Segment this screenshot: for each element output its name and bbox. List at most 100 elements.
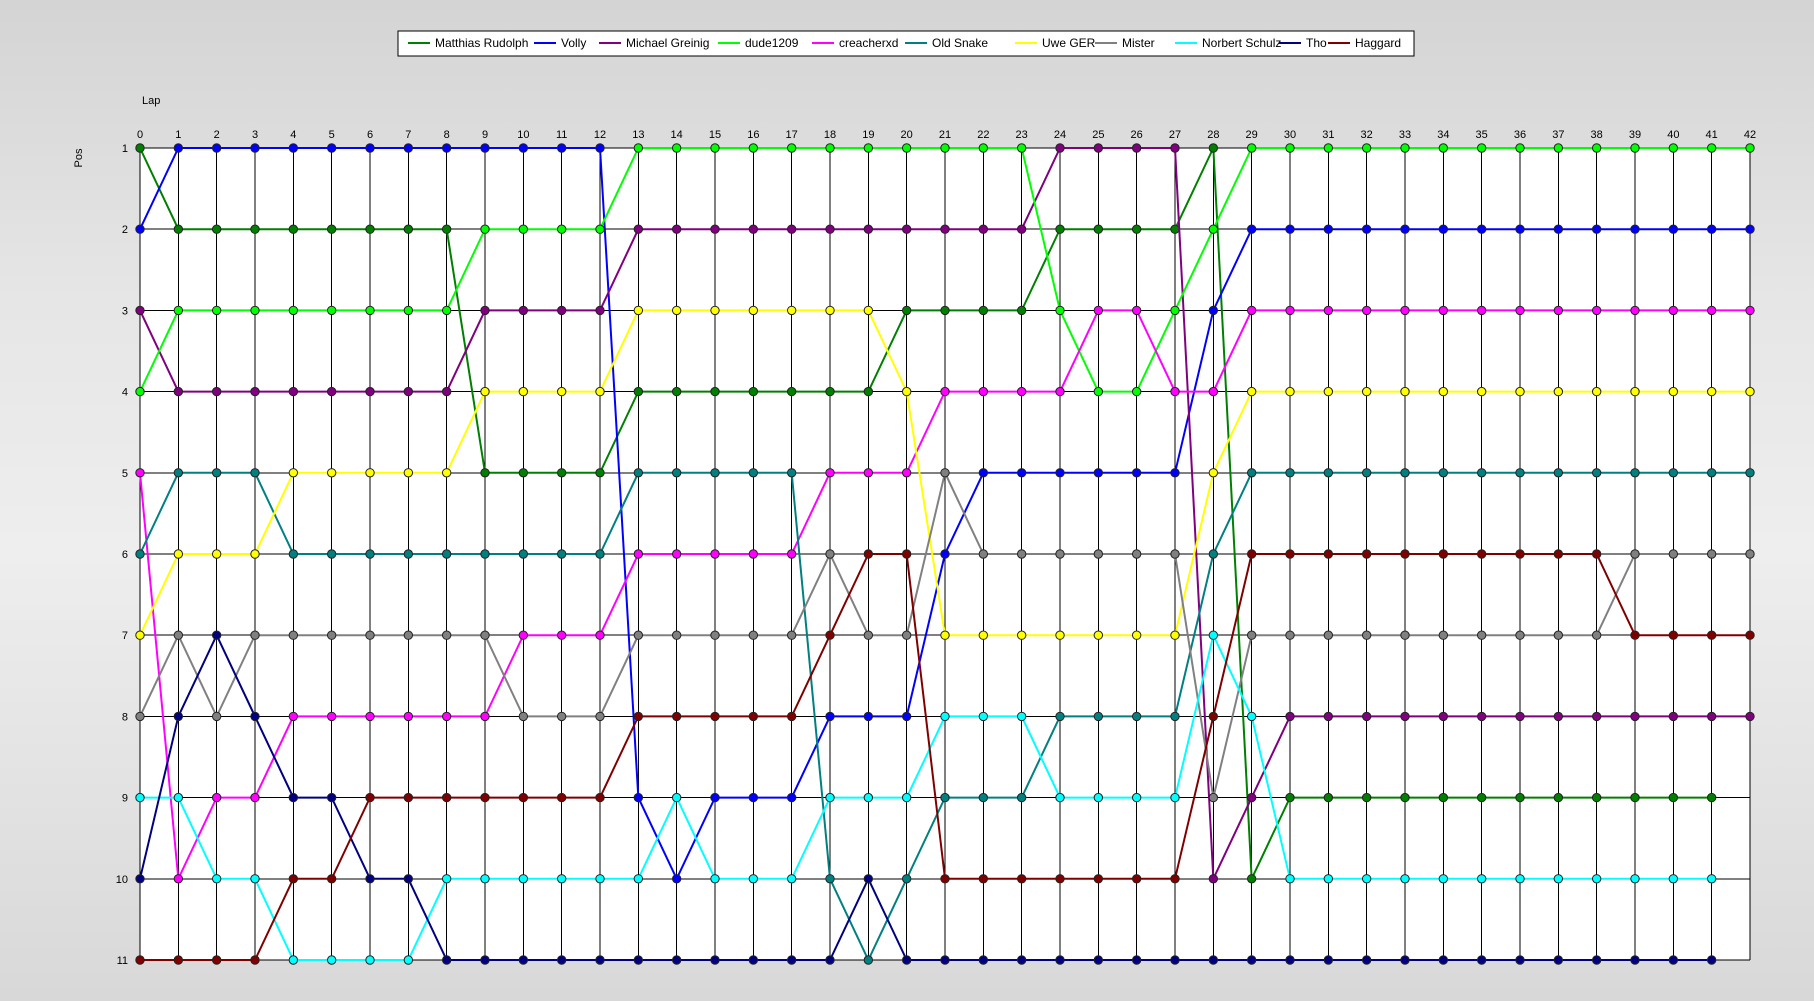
data-point: [1706, 468, 1717, 478]
data-point: [786, 305, 797, 316]
data-point: [480, 955, 490, 965]
data-point: [901, 874, 912, 884]
x-tick-label: 17: [786, 129, 798, 141]
y-tick-label: 8: [122, 711, 128, 723]
legend-label: creacherxd: [839, 36, 898, 50]
data-point: [1706, 711, 1717, 722]
data-point: [1055, 630, 1065, 640]
data-point: [1016, 549, 1027, 559]
data-point: [1361, 305, 1372, 316]
data-point: [1016, 143, 1027, 153]
data-point: [633, 305, 644, 316]
data-point: [326, 792, 337, 803]
data-point: [633, 143, 644, 153]
data-point: [1016, 874, 1027, 884]
data-point: [556, 143, 567, 153]
x-tick-label: 3: [252, 129, 258, 141]
data-point: [288, 224, 299, 234]
x-tick-label: 2: [214, 129, 220, 141]
data-point: [1515, 224, 1525, 234]
data-point: [1553, 955, 1564, 965]
x-tick-label: 38: [1591, 129, 1603, 141]
data-point: [1553, 305, 1564, 316]
data-point: [978, 792, 989, 803]
data-point: [1285, 143, 1295, 153]
data-point: [1476, 711, 1487, 722]
data-point: [326, 143, 337, 153]
data-point: [940, 874, 950, 884]
data-point: [1515, 792, 1525, 803]
data-point: [595, 630, 605, 640]
data-point: [1131, 955, 1142, 965]
data-point: [671, 711, 682, 722]
data-point: [1400, 224, 1410, 234]
x-tick-label: 13: [632, 129, 644, 141]
data-point: [480, 711, 490, 722]
data-point: [365, 792, 375, 803]
data-point: [1476, 305, 1487, 316]
x-tick-label: 30: [1284, 129, 1296, 141]
data-point: [1630, 549, 1640, 559]
data-point: [135, 549, 145, 559]
data-point: [1630, 305, 1640, 316]
data-point: [748, 305, 759, 316]
data-point: [748, 468, 759, 478]
data-point: [1208, 549, 1219, 559]
data-point: [595, 955, 605, 965]
data-point: [978, 386, 989, 397]
data-point: [173, 874, 184, 884]
data-point: [250, 711, 260, 722]
data-point: [1400, 955, 1410, 965]
data-point: [1591, 630, 1602, 640]
data-point: [825, 468, 835, 478]
data-point: [978, 711, 989, 722]
data-point: [1591, 305, 1602, 316]
data-point: [1208, 386, 1219, 397]
x-tick-label: 32: [1361, 129, 1373, 141]
data-point: [671, 468, 682, 478]
legend-label: Old Snake: [932, 36, 988, 50]
data-point: [595, 386, 605, 397]
data-point: [1476, 143, 1487, 153]
data-point: [1553, 468, 1564, 478]
x-tick-label: 39: [1629, 129, 1641, 141]
data-point: [1591, 143, 1602, 153]
data-point: [710, 955, 720, 965]
data-point: [250, 874, 260, 884]
x-tick-label: 21: [939, 129, 951, 141]
data-point: [326, 224, 337, 234]
data-point: [1055, 224, 1065, 234]
data-point: [595, 549, 605, 559]
x-tick-label: 41: [1706, 129, 1718, 141]
data-point: [1246, 711, 1257, 722]
data-point: [863, 874, 874, 884]
data-point: [1438, 711, 1449, 722]
data-point: [1131, 792, 1142, 803]
data-point: [901, 630, 912, 640]
data-point: [1438, 549, 1449, 559]
data-point: [1246, 874, 1257, 884]
data-point: [825, 224, 835, 234]
data-point: [1400, 468, 1410, 478]
data-point: [1285, 874, 1295, 884]
data-point: [1745, 143, 1755, 153]
data-point: [1630, 224, 1640, 234]
data-point: [1745, 549, 1755, 559]
data-point: [1438, 792, 1449, 803]
data-point: [1285, 630, 1295, 640]
data-point: [365, 143, 375, 153]
data-point: [825, 143, 835, 153]
data-point: [1745, 386, 1755, 397]
data-point: [1093, 143, 1104, 153]
y-tick-label: 5: [122, 468, 128, 480]
data-point: [135, 468, 145, 478]
data-point: [1170, 874, 1180, 884]
data-point: [710, 792, 720, 803]
data-point: [1285, 549, 1295, 559]
data-point: [441, 305, 452, 316]
data-point: [211, 305, 222, 316]
data-point: [1668, 711, 1679, 722]
data-point: [786, 874, 797, 884]
data-point: [1400, 386, 1410, 397]
data-point: [288, 143, 299, 153]
